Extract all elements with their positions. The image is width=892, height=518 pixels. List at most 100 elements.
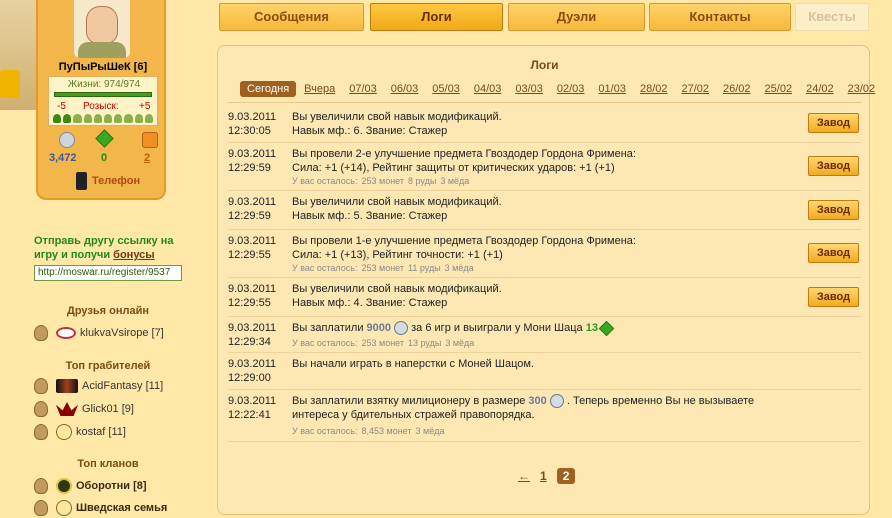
date-link[interactable]: 26/02	[723, 83, 751, 95]
hp-bar	[54, 92, 152, 97]
date-link[interactable]: 24/02	[806, 83, 834, 95]
date-link[interactable]: 28/02	[640, 83, 668, 95]
coin-icon	[549, 394, 564, 409]
prev-page-link[interactable]: ←	[518, 469, 530, 483]
factory-button[interactable]: Завод	[808, 113, 859, 133]
robber-item[interactable]: kostaf [11]	[34, 422, 126, 442]
clan-bar-icon	[56, 379, 78, 393]
player-name[interactable]: ПуПыРыШеК [6]	[38, 61, 168, 73]
log-datetime: 9.03.2011 12:29:55	[228, 235, 277, 261]
clan-badge-icon	[56, 424, 72, 440]
date-link[interactable]: 04/03	[474, 83, 502, 95]
date-link[interactable]: 25/02	[765, 83, 793, 95]
ore-icon	[95, 129, 114, 148]
phone-icon[interactable]	[76, 172, 87, 190]
fist-icon	[34, 325, 48, 341]
coin-icon	[394, 321, 409, 336]
date-link[interactable]: 01/03	[598, 83, 626, 95]
wanted-max: +5	[139, 101, 151, 112]
background-scene	[0, 0, 36, 110]
invite-text: Отправь другу ссылку на игру и получи бо…	[34, 235, 174, 261]
friends-title: Друзья онлайн	[67, 305, 149, 317]
fist-icon	[34, 478, 48, 494]
clan-badge-icon	[56, 478, 72, 494]
date-link[interactable]: 02/03	[557, 83, 585, 95]
robber-item[interactable]: AcidFantasy [11]	[34, 376, 163, 396]
clan-item[interactable]: Шведская семья	[34, 498, 167, 518]
date-link[interactable]: 05/03	[432, 83, 460, 95]
log-datetime: 9.03.2011 12:29:55	[228, 283, 277, 309]
tab-duels[interactable]: Дуэли	[508, 3, 645, 31]
resources-left: У вас осталось: 253 монет 8 руды 3 мёда	[292, 176, 470, 186]
fist-icon	[34, 401, 48, 417]
log-datetime: 9.03.2011 12:29:59	[228, 148, 277, 174]
log-text: Вы увеличили свой навык модификаций. Навы…	[292, 196, 502, 222]
money-value: 3,472	[49, 152, 77, 164]
factory-button[interactable]: Завод	[808, 243, 859, 263]
log-entry: 9.03.2011 12:29:59 Вы увеличили свой навы…	[228, 191, 861, 230]
date-today[interactable]: Сегодня	[240, 81, 297, 97]
robber-item[interactable]: Glick01 [9]	[34, 399, 134, 419]
date-filter: Сегодня Вчера 07/03 06/03 05/03 04/03 03…	[240, 80, 875, 98]
clan-eye-icon	[56, 327, 76, 339]
stats-box: Жизни: 974/974 -5 Розыск: +5	[48, 76, 158, 126]
money-amount: 300	[528, 395, 547, 407]
clan-item[interactable]: Оборотни [8]	[34, 476, 147, 496]
tab-messages[interactable]: Сообщения	[219, 3, 364, 31]
log-text: Вы заплатили 9000 за 6 игр и выиграли у …	[292, 320, 792, 336]
fist-icon	[34, 378, 48, 394]
log-entry: 9.03.2011 12:29:55 Вы провели 1-е улучшен…	[228, 230, 861, 278]
invite-url-field[interactable]: http://moswar.ru/register/9537	[34, 265, 182, 281]
tab-contacts[interactable]: Контакты	[649, 3, 791, 31]
factory-button[interactable]: Завод	[808, 200, 859, 220]
log-text: Вы увеличили свой навык модификаций. Навы…	[292, 111, 502, 137]
log-entry: 9.03.2011 12:29:34 Вы заплатили 9000 за 6…	[228, 317, 861, 353]
honey-value[interactable]: 2	[144, 152, 150, 164]
wanted-meter	[53, 114, 154, 123]
log-entry: 9.03.2011 12:30:05 Вы увеличили свой навы…	[228, 106, 861, 143]
divider	[228, 102, 861, 103]
page-title: Логи	[530, 58, 559, 72]
log-entry: 9.03.2011 12:22:41 Вы заплатили взятку ми…	[228, 390, 861, 442]
friend-item[interactable]: klukvaVsirope [7]	[34, 323, 164, 343]
money-icon	[59, 132, 75, 148]
pagination: ← 1 2	[518, 468, 576, 484]
date-link[interactable]: 27/02	[681, 83, 709, 95]
avatar[interactable]	[74, 0, 130, 58]
wanted-min: -5	[57, 101, 66, 112]
date-link[interactable]: Вчера	[304, 83, 335, 95]
clan-badge-icon	[56, 500, 72, 516]
tab-logs[interactable]: Логи	[370, 3, 503, 31]
hp-label: Жизни: 974/974	[67, 79, 141, 90]
ore-amount: 13	[585, 322, 598, 334]
clans-title: Топ кланов	[77, 458, 139, 470]
date-link[interactable]: 23/02	[848, 83, 876, 95]
robbers-title: Топ грабителей	[65, 360, 151, 372]
log-datetime: 9.03.2011 12:29:59	[228, 196, 277, 222]
factory-button[interactable]: Завод	[808, 156, 859, 176]
ore-value: 0	[101, 152, 108, 164]
log-entry: 9.03.2011 12:29:00 Вы начали играть в нап…	[228, 353, 861, 390]
log-datetime: 9.03.2011 12:22:41	[228, 395, 277, 421]
resources-left: У вас осталось: 253 монет 13 руды 3 мёда	[292, 338, 475, 348]
log-text: Вы увеличили свой навык модификаций. Навы…	[292, 283, 502, 309]
fist-icon	[34, 500, 48, 516]
date-link[interactable]: 07/03	[349, 83, 377, 95]
date-link[interactable]: 06/03	[391, 83, 419, 95]
log-entry: 9.03.2011 12:29:59 Вы провели 2-е улучшен…	[228, 143, 861, 191]
date-link[interactable]: 03/03	[515, 83, 543, 95]
log-datetime: 9.03.2011 12:29:34	[228, 322, 277, 348]
bonus-link[interactable]: бонусы	[113, 249, 155, 261]
factory-button[interactable]: Завод	[808, 287, 859, 307]
log-datetime: 9.03.2011 12:30:05	[228, 111, 277, 137]
log-text: Вы начали играть в наперстки с Моней Шац…	[292, 358, 534, 370]
log-text: Вы провели 2-е улучшение предмета Гвоздо…	[292, 148, 636, 174]
log-entry: 9.03.2011 12:29:55 Вы увеличили свой навы…	[228, 278, 861, 317]
phone-link[interactable]: Телефон	[92, 175, 140, 187]
logs-panel: Логи Сегодня Вчера 07/03 06/03 05/03 04/…	[217, 45, 875, 515]
page-1-link[interactable]: 1	[540, 469, 547, 483]
taxi-image	[0, 70, 20, 98]
wanted-label: Розыск:	[83, 101, 119, 112]
ore-icon	[598, 320, 615, 336]
tab-quests[interactable]: Квесты	[795, 3, 869, 31]
